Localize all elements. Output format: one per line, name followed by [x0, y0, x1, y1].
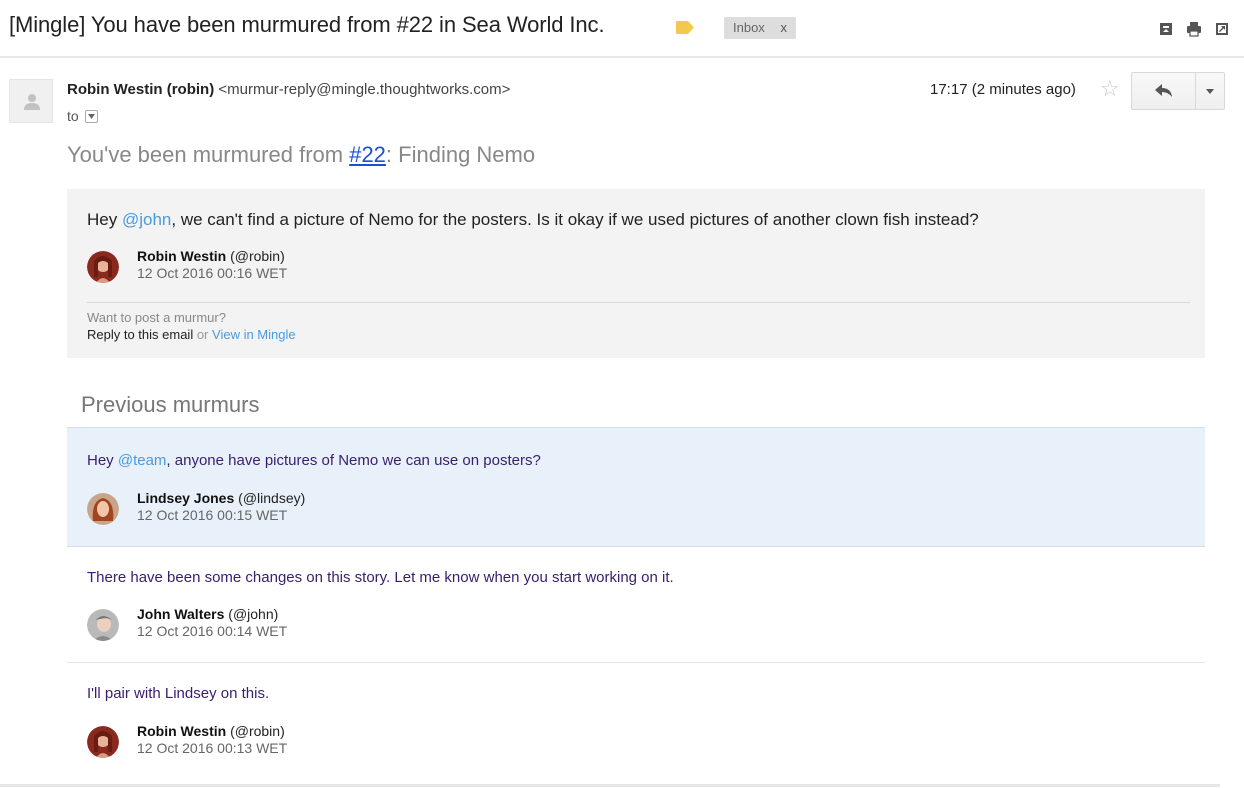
reply-arrow-icon — [1154, 84, 1172, 97]
sender-avatar — [9, 79, 53, 123]
sender-line: Robin Westin (robin) <murmur-reply@mingl… — [67, 81, 510, 98]
avatar — [87, 493, 119, 525]
murmur-author: John Walters (@john) 12 Oct 2016 00:14 W… — [87, 606, 287, 641]
recipient-line: to — [67, 108, 98, 124]
murmur-text-end: , anyone have pictures of Nemo we can us… — [166, 452, 541, 469]
star-icon[interactable]: ☆ — [1100, 78, 1120, 100]
author-name: Robin Westin — [137, 723, 227, 739]
list-item: Hey @team, anyone have pictures of Nemo … — [67, 427, 1205, 547]
sender-name[interactable]: Robin Westin (robin) — [67, 81, 214, 98]
reply-button-group — [1131, 72, 1225, 110]
avatar — [87, 609, 119, 641]
message-time: 17:17 (2 minutes ago) — [930, 81, 1076, 98]
chevron-down-icon — [1206, 88, 1214, 94]
inbox-label-chip[interactable]: Inbox x — [724, 17, 796, 39]
author-handle: (@john) — [228, 606, 279, 622]
list-item: I'll pair with Lindsey on this. Robin We… — [67, 663, 1205, 783]
murmur-text: There have been some changes on this sto… — [87, 569, 674, 586]
inbox-label-text: Inbox — [733, 20, 765, 35]
print-icon[interactable] — [1186, 21, 1202, 37]
email-subject: [Mingle] You have been murmured from #22… — [9, 12, 605, 37]
divider — [87, 302, 1190, 303]
murmur-author: Lindsey Jones (@lindsey) 12 Oct 2016 00:… — [87, 490, 305, 525]
chevron-down-icon — [87, 113, 95, 119]
murmur-text-start: Hey — [87, 210, 122, 229]
email-heading: You've been murmured from #22: Finding N… — [67, 142, 535, 168]
author-name: Robin Westin — [137, 248, 227, 264]
avatar — [87, 726, 119, 758]
author-handle: (@lindsey) — [238, 490, 306, 506]
murmur-text-start: Hey — [87, 452, 118, 469]
new-window-icon[interactable] — [1214, 21, 1230, 37]
want-post-text: Want to post a murmur? — [87, 310, 226, 325]
person-icon — [24, 94, 40, 110]
avatar — [87, 251, 119, 283]
remove-label-button[interactable]: x — [780, 20, 787, 35]
heading-prefix: You've been murmured from — [67, 142, 350, 167]
label-tag-icon[interactable] — [676, 21, 694, 34]
murmur-date: 12 Oct 2016 00:15 WET — [137, 507, 288, 523]
previous-murmurs-heading: Previous murmurs — [81, 392, 260, 417]
current-murmur: Hey @john, we can't find a picture of Ne… — [67, 189, 1205, 358]
mention-link[interactable]: @john — [122, 210, 171, 229]
murmur-text: Hey @team, anyone have pictures of Nemo … — [87, 452, 541, 469]
murmur-date: 12 Oct 2016 00:14 WET — [137, 623, 288, 639]
reply-instructions: Reply to this email or View in Mingle — [87, 327, 296, 342]
reply-button[interactable] — [1132, 73, 1196, 109]
story-link[interactable]: #22 — [349, 142, 386, 167]
archive-icon[interactable] — [1158, 21, 1174, 37]
murmur-date: 12 Oct 2016 00:16 WET — [137, 265, 288, 281]
reply-email-text: Reply to this email — [87, 327, 194, 342]
murmur-author: Robin Westin (@robin) 12 Oct 2016 00:16 … — [87, 248, 287, 283]
top-actions — [1158, 21, 1230, 37]
murmur-author: Robin Westin (@robin) 12 Oct 2016 00:13 … — [87, 723, 287, 758]
list-item: There have been some changes on this sto… — [67, 547, 1205, 663]
heading-suffix: : Finding Nemo — [385, 142, 536, 167]
mention-link[interactable]: @team — [118, 452, 167, 469]
or-text: or — [193, 327, 213, 342]
details-dropdown-button[interactable] — [84, 109, 98, 123]
murmur-text-end: , we can't find a picture of Nemo for th… — [171, 210, 979, 229]
author-name: Lindsey Jones — [137, 490, 235, 506]
message-bottom-border — [0, 784, 1220, 787]
subject-bar: [Mingle] You have been murmured from #22… — [0, 0, 1244, 58]
view-in-mingle-link[interactable]: View in Mingle — [212, 327, 296, 342]
murmur-text: I'll pair with Lindsey on this. — [87, 685, 270, 702]
to-label: to — [67, 108, 79, 124]
murmur-text: Hey @john, we can't find a picture of Ne… — [87, 210, 979, 230]
sender-email: <murmur-reply@mingle.thoughtworks.com> — [218, 81, 511, 98]
author-handle: (@robin) — [230, 723, 285, 739]
author-handle: (@robin) — [230, 248, 285, 264]
author-name: John Walters — [137, 606, 225, 622]
murmur-date: 12 Oct 2016 00:13 WET — [137, 740, 288, 756]
more-options-button[interactable] — [1196, 73, 1224, 109]
